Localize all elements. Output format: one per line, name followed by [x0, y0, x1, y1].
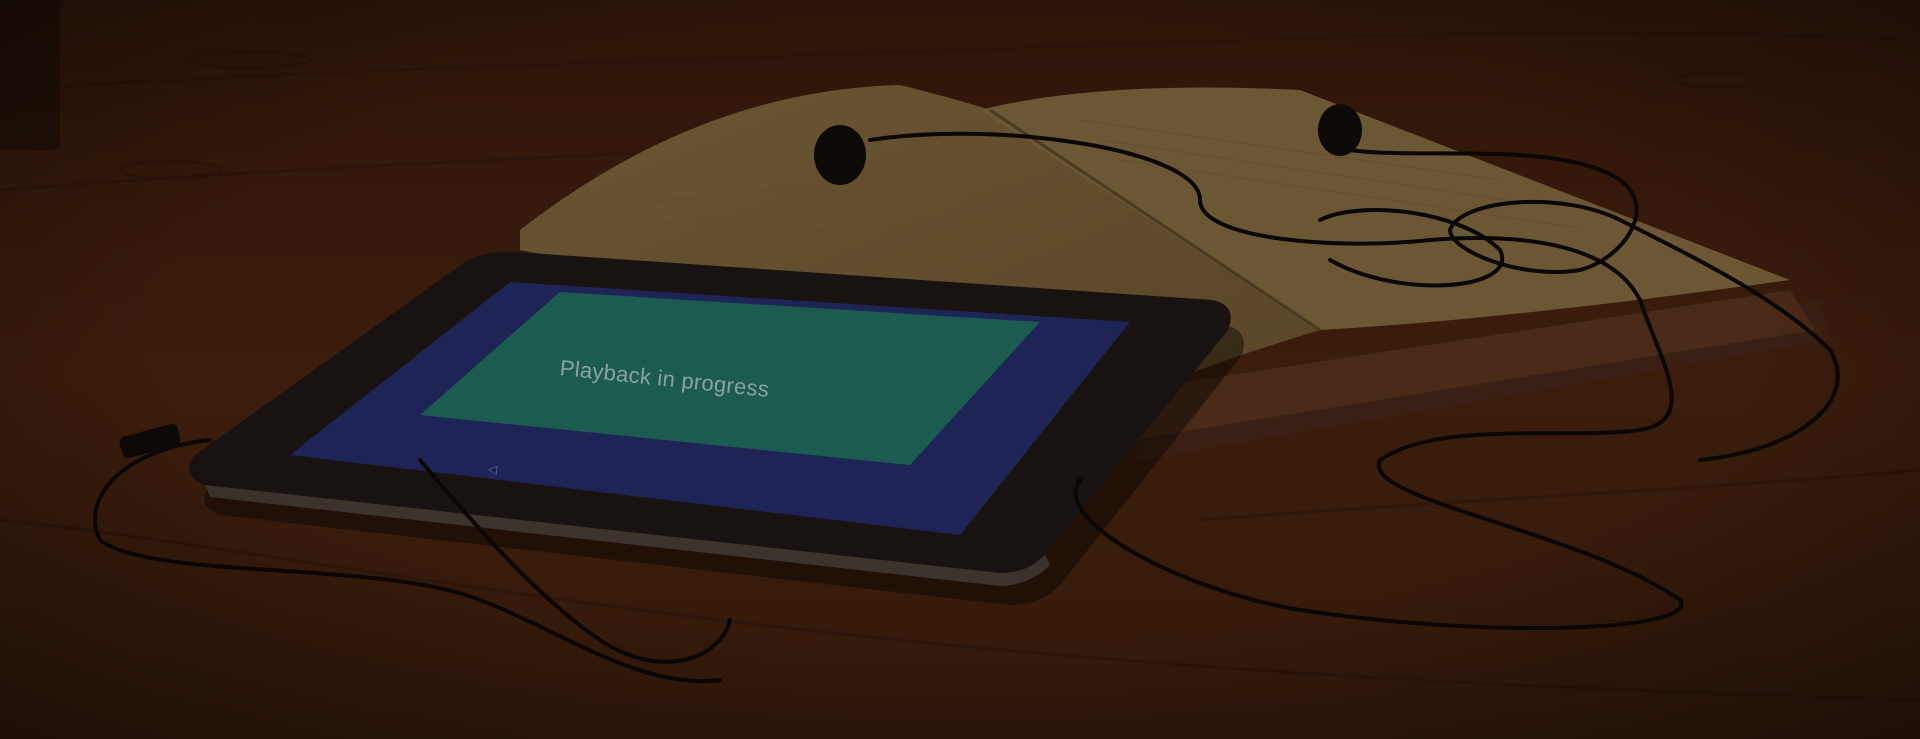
photo-scene: Playback in progress ◁	[0, 0, 1920, 739]
back-nav-icon: ◁	[487, 461, 498, 477]
scene-graphics	[0, 0, 1920, 739]
vignette	[0, 0, 1920, 739]
